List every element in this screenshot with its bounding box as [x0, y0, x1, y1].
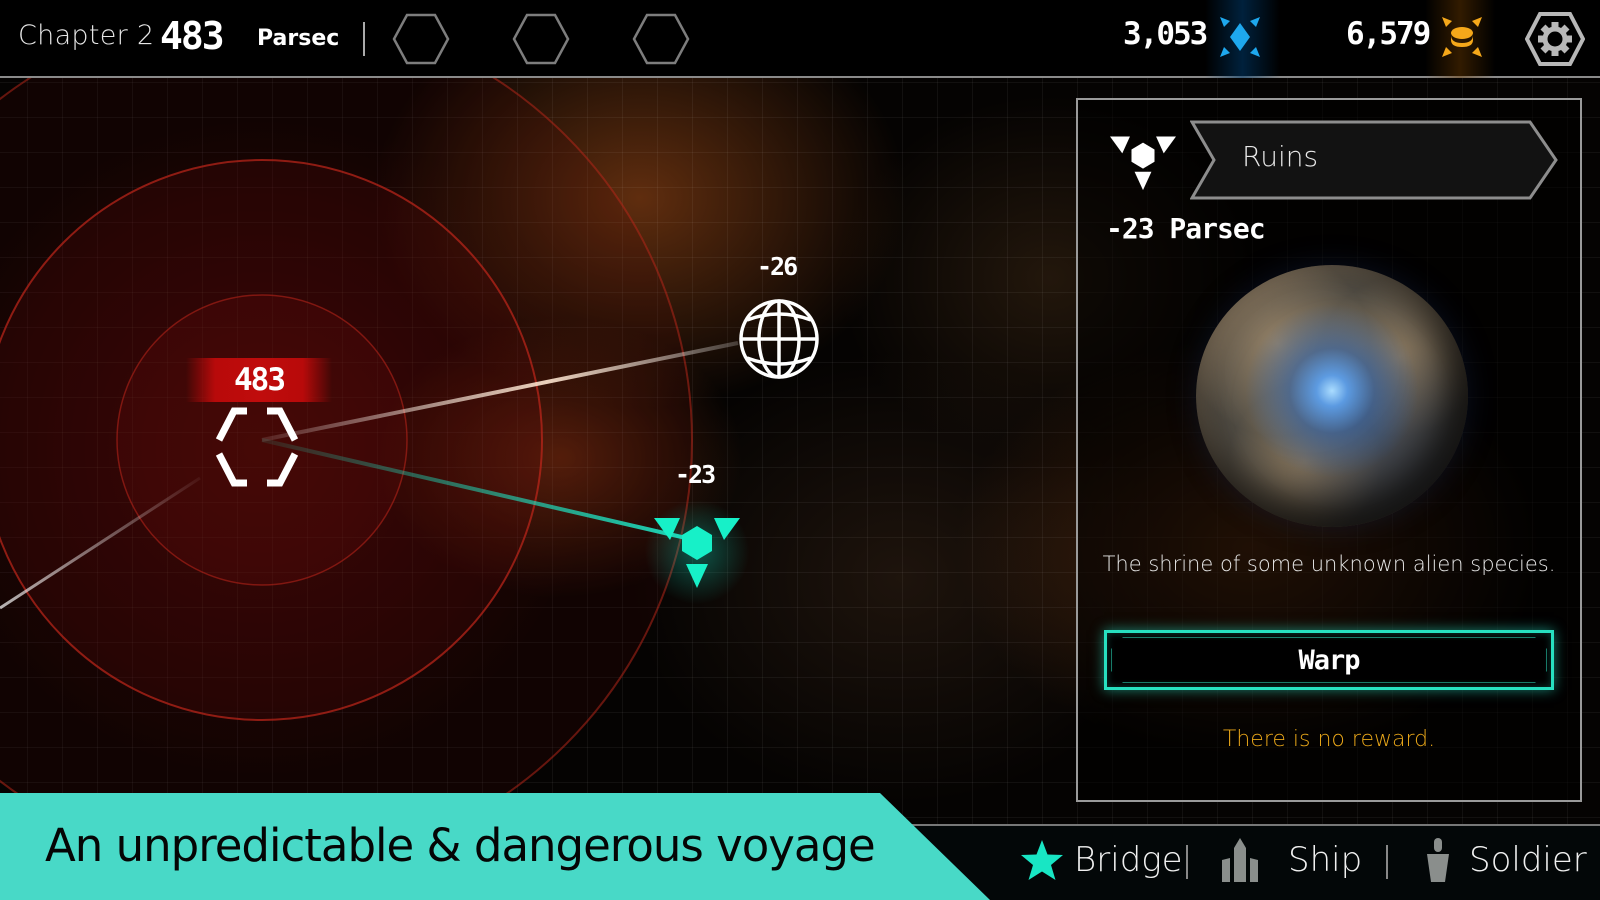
nav-separator [1386, 845, 1388, 879]
soldier-icon [1427, 838, 1449, 882]
tagline-banner: An unpredictable & dangerous voyage [0, 793, 990, 900]
nav-label-soldier: Soldier [1469, 840, 1587, 880]
settings-button[interactable] [1525, 11, 1585, 67]
planet-node-label: -26 [757, 252, 798, 281]
parsec-value: 483 [160, 14, 225, 58]
globe-icon [739, 299, 819, 379]
gold-coin-icon [1442, 17, 1482, 57]
location-name: Ruins [1242, 140, 1319, 173]
empty-slot-2[interactable] [512, 13, 570, 65]
gear-icon [1538, 22, 1572, 56]
empty-slot-1[interactable] [392, 13, 450, 65]
nav-label-ship: Ship [1288, 840, 1363, 880]
tagline-text: An unpredictable & dangerous voyage [45, 819, 876, 872]
base-node-label: 483 [186, 358, 332, 402]
empty-slot-3[interactable] [632, 13, 690, 65]
chapter-label: Chapter 2 [18, 20, 155, 51]
location-planet-image [1196, 265, 1468, 527]
ruins-node[interactable] [634, 492, 760, 612]
location-distance: -23 Parsec [1106, 212, 1266, 245]
nav-label-bridge: Bridge [1074, 840, 1183, 880]
ruins-tri-icon [654, 518, 740, 588]
ruins-node-label: -23 [675, 460, 716, 489]
reward-status: There is no reward. [1222, 727, 1436, 752]
gold-count: 6,579 [1346, 16, 1431, 52]
location-name-banner: Ruins [1190, 120, 1560, 200]
ship-icon [1222, 838, 1258, 882]
blue-crystal-icon [1220, 17, 1260, 57]
nav-item-soldier[interactable]: Soldier [1425, 830, 1587, 890]
nav-separator [1186, 845, 1188, 879]
top-bar: Chapter 2 483 Parsec 3,053 6,579 [0, 0, 1600, 78]
location-info-panel: Ruins -23 Parsec The shrine of some unkn… [1076, 98, 1582, 802]
hexagon-base-icon [215, 407, 299, 487]
warp-button[interactable]: Warp [1104, 630, 1554, 690]
crystal-count: 3,053 [1123, 16, 1208, 52]
location-description: The shrine of some unknown alien species… [1102, 552, 1556, 576]
parsec-unit: Parsec [257, 26, 340, 51]
nav-item-ship[interactable]: Ship [1222, 830, 1362, 890]
ruins-tri-icon [1110, 136, 1176, 191]
base-node[interactable] [214, 406, 300, 488]
top-divider [363, 22, 365, 56]
star-icon [1021, 840, 1063, 880]
planet-node[interactable] [738, 298, 820, 380]
nav-item-bridge[interactable]: Bridge [1020, 830, 1183, 890]
warp-button-label: Warp [1298, 644, 1360, 676]
